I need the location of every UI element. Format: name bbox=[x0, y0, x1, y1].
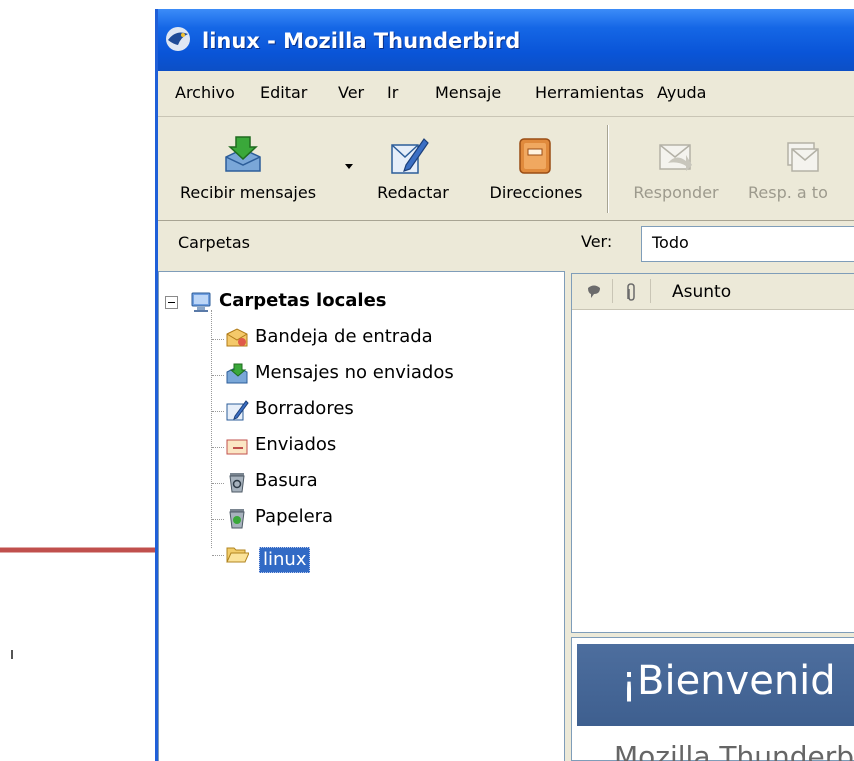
inbox-icon bbox=[226, 328, 248, 347]
thread-column-icon[interactable] bbox=[586, 284, 602, 300]
folder-label: Papelera bbox=[255, 506, 334, 527]
menu-ver[interactable]: Ver bbox=[338, 83, 364, 102]
junk-icon bbox=[229, 473, 245, 493]
folder-pane: Carpetas locales Bandeja de entrada Mens… bbox=[158, 271, 565, 761]
menu-bar: Archivo Editar Ver Ir Mensaje Herramient… bbox=[158, 71, 854, 117]
folder-linux-label-selected[interactable]: linux bbox=[259, 547, 311, 573]
compose-label: Redactar bbox=[377, 183, 449, 202]
view-label: Ver: bbox=[581, 232, 613, 251]
tree-line bbox=[211, 310, 212, 548]
welcome-text: Mozilla Thunderbird bbox=[614, 740, 854, 761]
menu-mensaje[interactable]: Mensaje bbox=[435, 83, 501, 102]
get-mail-dropdown-icon[interactable] bbox=[345, 164, 353, 169]
folder-label: Carpetas locales bbox=[219, 290, 387, 311]
thread-header: Asunto bbox=[572, 274, 854, 310]
welcome-banner-text: ¡Bienvenid bbox=[621, 658, 836, 704]
toolbar-separator bbox=[607, 125, 609, 213]
address-book-label: Direcciones bbox=[489, 183, 583, 202]
folder-label: Mensajes no enviados bbox=[255, 362, 454, 383]
toolbar: Recibir mensajes Redactar Direcciones Re… bbox=[158, 117, 854, 221]
column-separator bbox=[612, 279, 613, 303]
thunderbird-icon bbox=[166, 27, 190, 51]
menu-editar[interactable]: Editar bbox=[260, 83, 307, 102]
attachment-column-icon[interactable] bbox=[624, 282, 638, 302]
sent-icon bbox=[226, 439, 248, 455]
menu-ayuda[interactable]: Ayuda bbox=[657, 83, 706, 102]
folder-label: Bandeja de entrada bbox=[255, 326, 433, 347]
tree-line bbox=[212, 555, 224, 556]
title-bar[interactable]: linux - Mozilla Thunderbird bbox=[158, 9, 854, 71]
reply-all-label: Resp. a to bbox=[748, 183, 828, 202]
subject-column-header[interactable]: Asunto bbox=[672, 282, 731, 302]
menu-herramientas[interactable]: Herramientas bbox=[535, 83, 644, 102]
collapse-toggle-icon[interactable] bbox=[165, 296, 178, 309]
folder-pane-header: Carpetas bbox=[178, 233, 250, 252]
unsent-icon bbox=[226, 363, 248, 384]
reply-label: Responder bbox=[633, 183, 719, 202]
tree-line bbox=[212, 339, 224, 340]
folder-open-icon bbox=[226, 547, 249, 563]
column-separator bbox=[650, 279, 651, 303]
get-mail-button[interactable]: Recibir mensajes bbox=[158, 117, 338, 221]
folder-label: Enviados bbox=[255, 434, 337, 455]
tree-line bbox=[212, 447, 224, 448]
tree-line bbox=[212, 375, 224, 376]
address-book-icon bbox=[519, 138, 551, 174]
reply-button[interactable]: Responder bbox=[620, 117, 732, 221]
get-mail-icon bbox=[225, 136, 261, 172]
compose-icon bbox=[391, 138, 429, 174]
drafts-icon bbox=[226, 400, 249, 421]
folder-label: Borradores bbox=[255, 398, 354, 419]
tree-line bbox=[212, 411, 224, 412]
get-mail-label: Recibir mensajes bbox=[179, 183, 317, 202]
view-select[interactable]: Todo bbox=[641, 226, 854, 262]
message-pane: ¡Bienvenid Mozilla Thunderbird bbox=[571, 637, 854, 761]
trash-icon bbox=[229, 509, 245, 529]
computer-icon bbox=[191, 292, 211, 312]
reply-icon bbox=[659, 144, 692, 171]
menu-archivo[interactable]: Archivo bbox=[175, 83, 235, 102]
folder-label: Basura bbox=[255, 470, 318, 491]
welcome-body-text: Mozilla Thunderbird bbox=[614, 740, 854, 761]
reply-all-icon bbox=[787, 142, 819, 172]
compose-button[interactable]: Redactar bbox=[358, 117, 468, 221]
tree-line bbox=[212, 483, 224, 484]
thread-pane: Asunto bbox=[571, 273, 854, 633]
menu-ir[interactable]: Ir bbox=[387, 83, 398, 102]
address-book-button[interactable]: Direcciones bbox=[480, 117, 592, 221]
reply-all-button[interactable]: Resp. a to bbox=[738, 117, 854, 221]
window-title: linux - Mozilla Thunderbird bbox=[202, 29, 521, 53]
stray-mark bbox=[11, 650, 13, 659]
welcome-banner: ¡Bienvenid bbox=[577, 644, 854, 726]
thunderbird-window: linux - Mozilla Thunderbird Archivo Edit… bbox=[155, 9, 854, 761]
tree-line bbox=[212, 519, 224, 520]
view-select-value: Todo bbox=[652, 233, 689, 252]
